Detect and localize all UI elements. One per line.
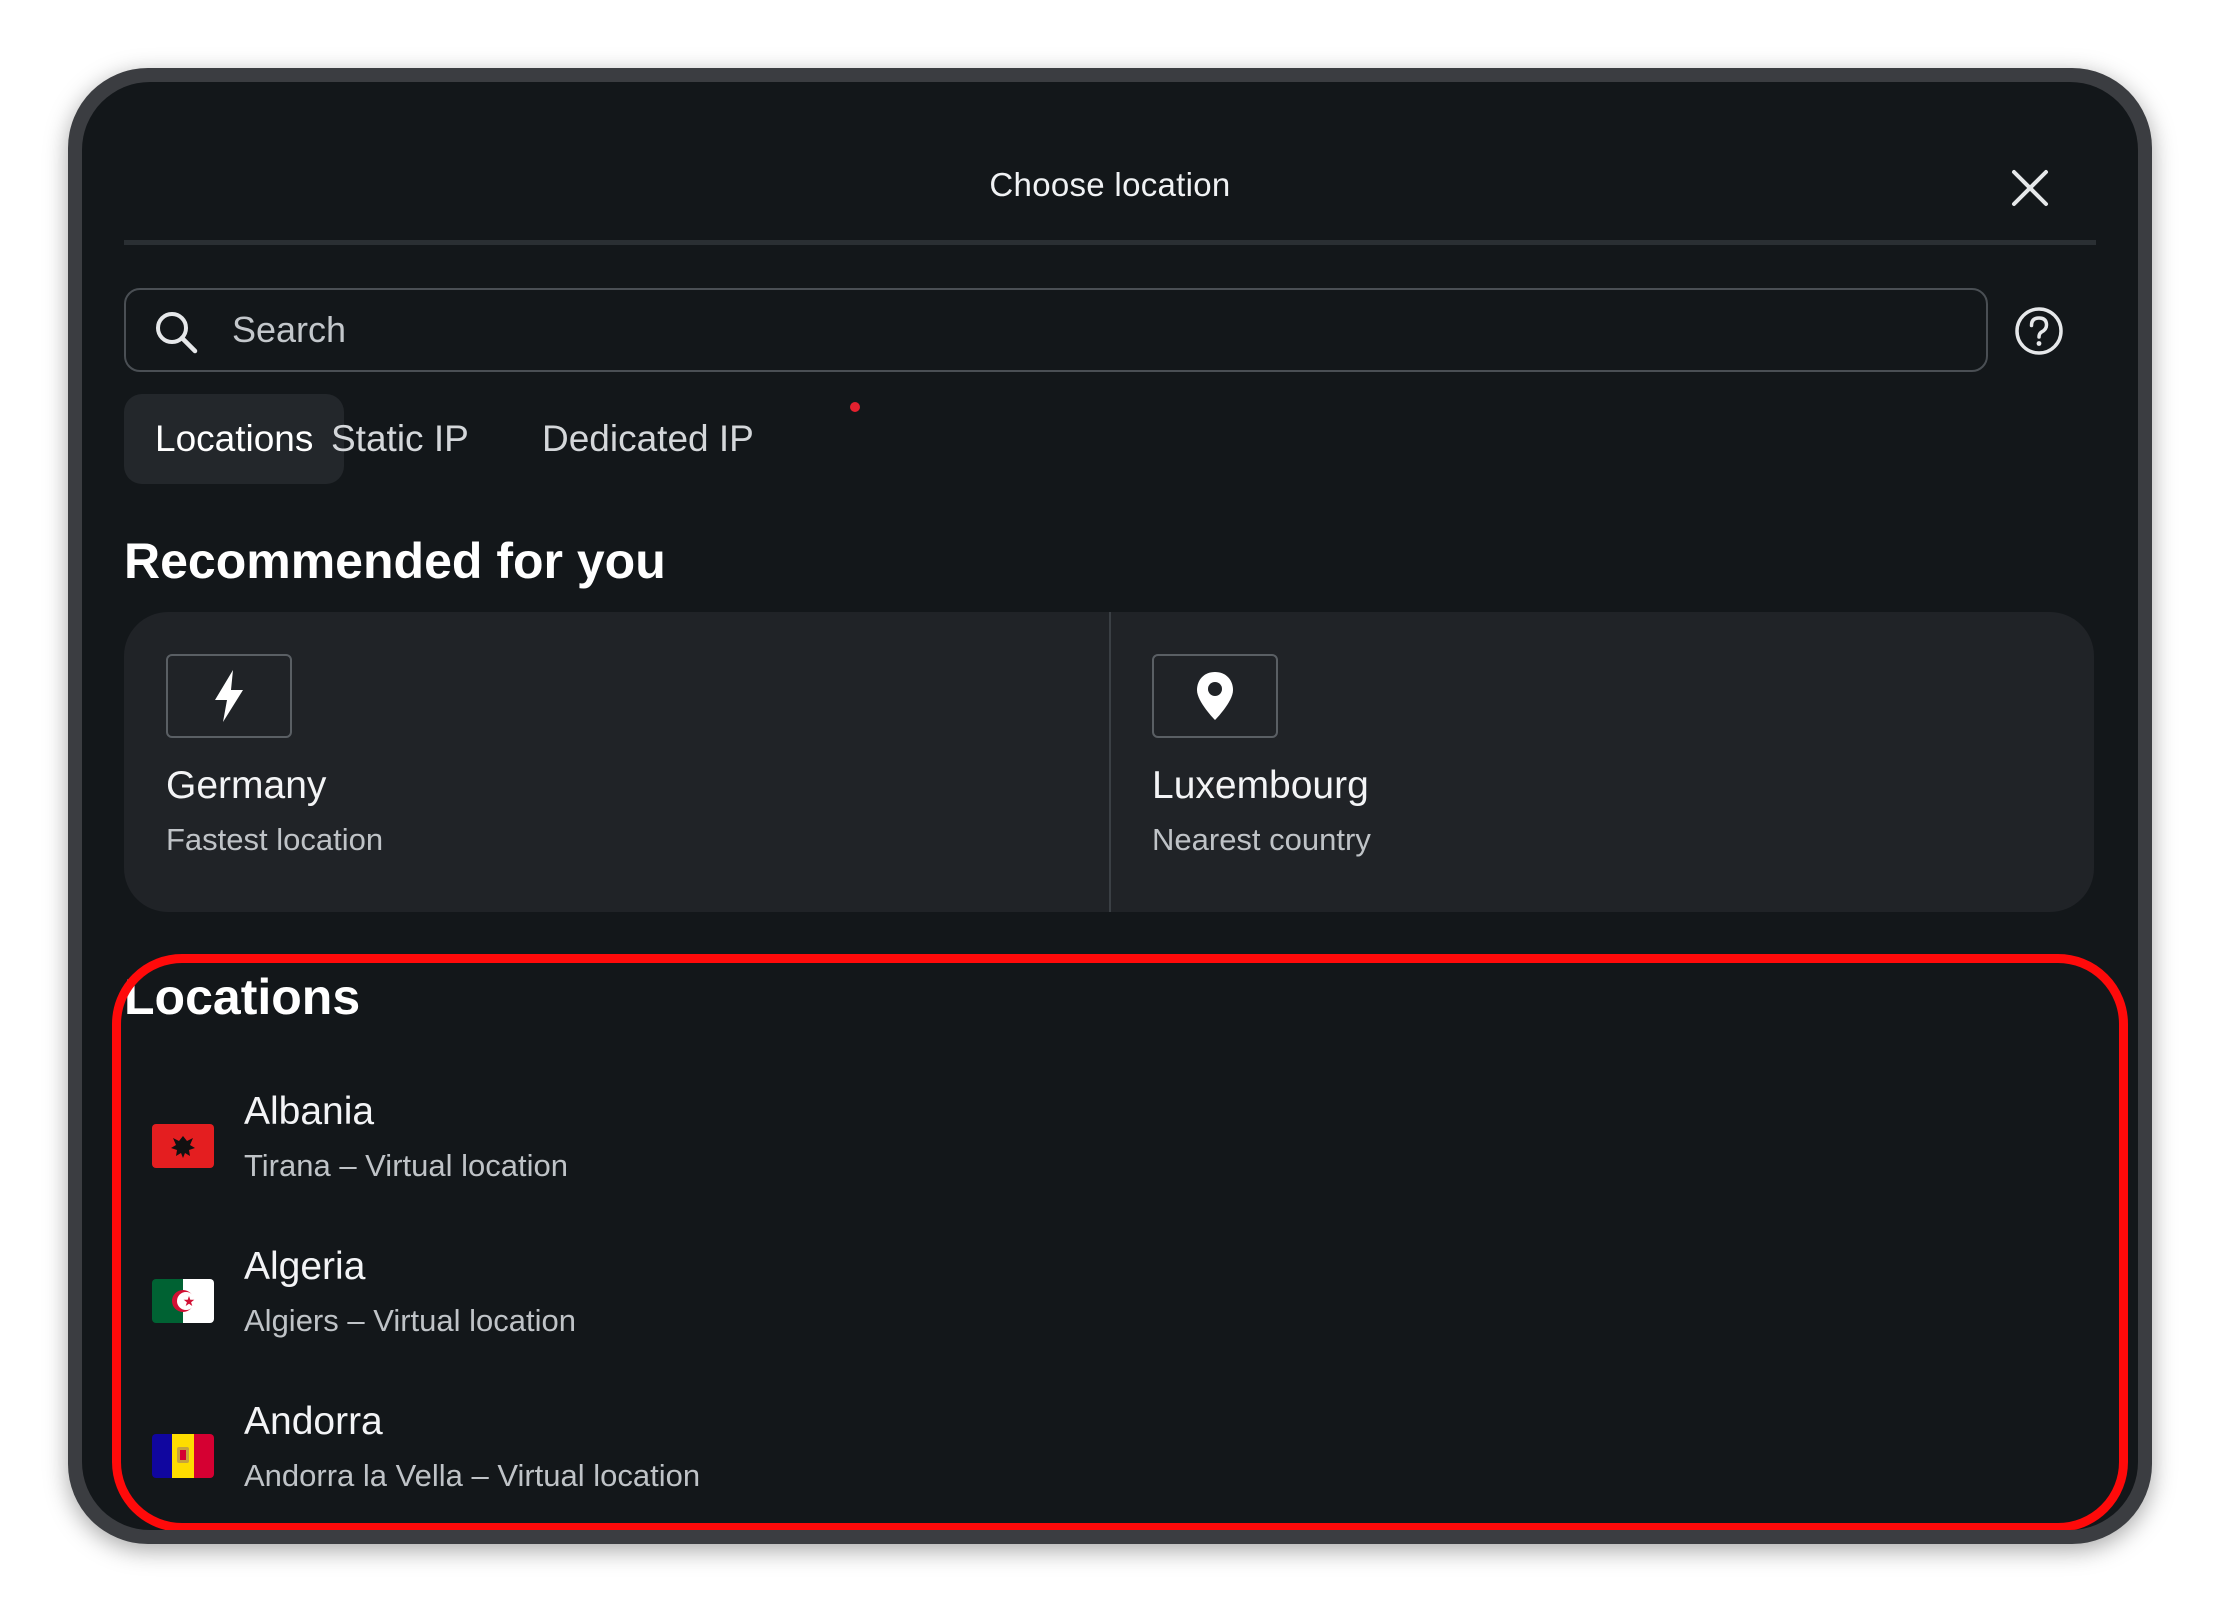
search-box[interactable]: [124, 288, 1988, 372]
location-name: Algeria: [244, 1245, 366, 1288]
dialog-title: Choose location: [989, 166, 1231, 203]
help-button[interactable]: [2012, 304, 2066, 358]
recommended-subtitle: Nearest country: [1152, 822, 1371, 857]
fastest-icon-box: [166, 654, 292, 738]
tab-static-ip[interactable]: Static IP: [300, 394, 500, 484]
map-pin-icon: [1197, 672, 1233, 720]
recommended-card: Germany Fastest location Luxembourg Near…: [124, 612, 2094, 912]
recommended-name: Luxembourg: [1152, 764, 1369, 807]
recommended-item-luxembourg[interactable]: Luxembourg Nearest country: [1110, 612, 2094, 912]
tab-label: Static IP: [331, 418, 469, 459]
andorra-flag-icon: [152, 1434, 214, 1478]
tab-label: Dedicated IP: [542, 418, 754, 459]
location-subtitle: Algiers – Virtual location: [244, 1303, 576, 1338]
search-input[interactable]: [230, 290, 1930, 370]
recommended-subtitle: Fastest location: [166, 822, 384, 857]
location-subtitle: Tirana – Virtual location: [244, 1148, 568, 1183]
choose-location-dialog: Choose location Locations: [82, 82, 2138, 1530]
device-frame: Choose location Locations: [68, 68, 2152, 1544]
help-circle-icon: [2015, 307, 2063, 355]
location-item-albania[interactable]: Albania Tirana – Virtual location: [124, 1080, 2094, 1230]
tab-dedicated-ip[interactable]: Dedicated IP: [511, 394, 785, 484]
recommended-item-germany[interactable]: Germany Fastest location: [124, 612, 1109, 912]
albania-flag-icon: [152, 1124, 214, 1168]
tab-label: Locations: [155, 418, 314, 459]
nearest-icon-box: [1152, 654, 1278, 738]
location-item-andorra[interactable]: Andorra Andorra la Vella – Virtual locat…: [124, 1390, 2094, 1530]
recommended-name: Germany: [166, 764, 327, 807]
lightning-bolt-icon: [215, 670, 243, 722]
algeria-flag-icon: [152, 1279, 214, 1323]
locations-heading: Locations: [124, 969, 361, 1025]
search-icon: [156, 312, 198, 354]
close-icon: [2012, 170, 2048, 206]
close-button[interactable]: [2002, 160, 2058, 216]
location-subtitle: Andorra la Vella – Virtual location: [244, 1458, 701, 1493]
location-name: Andorra: [244, 1400, 383, 1443]
notification-dot: [850, 402, 860, 412]
location-name: Albania: [244, 1090, 375, 1133]
recommended-heading: Recommended for you: [124, 533, 666, 589]
header-divider: [124, 240, 2096, 245]
location-item-algeria[interactable]: Algeria Algiers – Virtual location: [124, 1235, 2094, 1385]
